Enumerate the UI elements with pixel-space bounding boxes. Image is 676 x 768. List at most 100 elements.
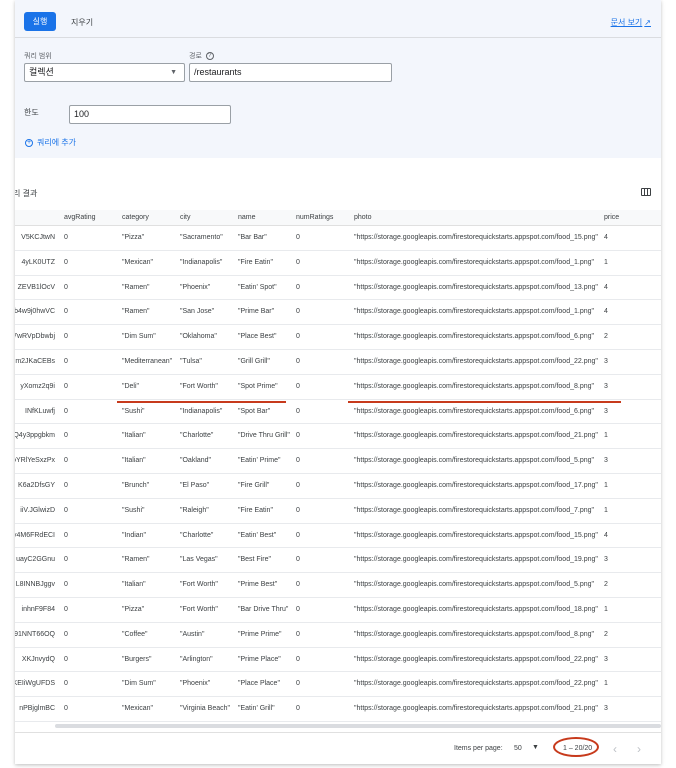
column-header-avgRating[interactable]: avgRating bbox=[64, 210, 114, 226]
name-cell: "Eatin' Best" bbox=[238, 531, 277, 539]
price-cell: 4 bbox=[604, 283, 608, 291]
document-id-cell: ZEVB1lOcV bbox=[17, 283, 55, 291]
numRatings-cell: 0 bbox=[296, 333, 300, 341]
city-cell: "Raleigh" bbox=[180, 506, 209, 514]
name-cell: "Spot Bar" bbox=[238, 407, 271, 415]
table-row[interactable]: Q4y3ppgbkm 0 "Italian" "Charlotte" "Drive Th… bbox=[15, 424, 661, 450]
category-cell: "Mexican" bbox=[122, 705, 154, 713]
column-header-city[interactable]: city bbox=[180, 210, 235, 226]
category-cell: "Dim Sum" bbox=[122, 333, 156, 341]
column-header-photo[interactable]: photo bbox=[354, 210, 604, 226]
limit-input[interactable]: 100 bbox=[69, 105, 231, 124]
numRatings-cell: 0 bbox=[296, 308, 300, 316]
table-row[interactable]: 91NNT66OQ 0 "Coffee" "Austin" "Prime Prime" 0… bbox=[15, 623, 661, 648]
city-cell: "Charlotte" bbox=[180, 432, 214, 440]
avgRating-cell: 0 bbox=[64, 705, 68, 713]
document-id-cell: y4M6FRdECI bbox=[15, 531, 55, 539]
document-id-cell: oYRlYeSxzPx bbox=[15, 457, 55, 465]
numRatings-cell: 0 bbox=[296, 655, 300, 663]
table-row[interactable]: ZEVB1lOcV 0 "Ramen" "Phoenix" "Eatin' Spot" 0… bbox=[15, 276, 661, 301]
numRatings-cell: 0 bbox=[296, 581, 300, 589]
table-header-row: avgRating category city name numRatings … bbox=[15, 210, 661, 226]
table-row[interactable]: iiV.JGlwizD 0 "Sushi" "Raleigh" "Fire Eatin"… bbox=[15, 499, 661, 524]
docs-link[interactable]: 문서 보기 ↗ bbox=[611, 17, 651, 28]
name-cell: "Prime Best" bbox=[238, 581, 278, 589]
numRatings-cell: 0 bbox=[296, 457, 300, 465]
city-cell: "Fort Worth" bbox=[180, 581, 218, 589]
table-row[interactable]: 2m2JKaCEBs 0 "Mediterranean" "Tulsa" "Grill … bbox=[15, 350, 661, 375]
table-row[interactable]: 7wRVpDbwbj 0 "Dim Sum" "Oklahoma" "Place Bes… bbox=[15, 325, 661, 350]
avgRating-cell: 0 bbox=[64, 556, 68, 564]
add-circle-icon: + bbox=[25, 138, 33, 147]
price-cell: 1 bbox=[604, 258, 608, 266]
category-cell: "Brunch" bbox=[122, 481, 150, 489]
avgRating-cell: 0 bbox=[64, 432, 68, 440]
help-icon[interactable]: ? bbox=[205, 52, 214, 61]
photo-cell: "https://storage.googleapis.com/firestor… bbox=[354, 531, 598, 539]
document-id-cell: KEIiWgUFDS bbox=[15, 680, 55, 688]
table-row[interactable]: KEIiWgUFDS 0 "Dim Sum" "Phoenix" "Place Plac… bbox=[15, 672, 661, 698]
table-row[interactable]: INfKLuwfj 0 "Sushi" "Indianapolis" "Spot Bar… bbox=[15, 400, 661, 425]
table-row[interactable]: V5KCJtwN 0 "Pizza" "Sacramento" "Bar Bar" 0 "h… bbox=[15, 226, 661, 251]
photo-cell: "https://storage.googleapis.com/firestor… bbox=[354, 283, 598, 291]
column-header-name[interactable]: name bbox=[238, 210, 293, 226]
avgRating-cell: 0 bbox=[64, 457, 68, 465]
price-cell: 1 bbox=[604, 680, 608, 688]
avgRating-cell: 0 bbox=[64, 308, 68, 316]
photo-cell: "https://storage.googleapis.com/firestor… bbox=[354, 581, 594, 589]
city-cell: "Indianapolis" bbox=[180, 258, 223, 266]
clear-button[interactable]: 지우기 bbox=[71, 17, 93, 28]
items-per-page-select[interactable]: 50 bbox=[514, 745, 522, 752]
numRatings-cell: 0 bbox=[296, 481, 300, 489]
price-cell: 3 bbox=[604, 556, 608, 564]
price-cell: 4 bbox=[604, 234, 608, 241]
table-row[interactable]: oYRlYeSxzPx 0 "Italian" "Oakland" "Eatin' Pr… bbox=[15, 449, 661, 474]
table-row[interactable]: b4w9j0hwVC 0 "Ramen" "San Jose" "Prime Bar" 0… bbox=[15, 300, 661, 326]
run-button[interactable]: 실행 bbox=[24, 12, 56, 31]
avgRating-cell: 0 bbox=[64, 531, 68, 539]
name-cell: "Eatin' Prime" bbox=[238, 457, 281, 465]
name-cell: "Drive Thru Grill" bbox=[238, 432, 290, 440]
column-header-numRatings[interactable]: numRatings bbox=[296, 210, 351, 226]
city-cell: "Sacramento" bbox=[180, 234, 223, 241]
name-cell: "Prime Bar" bbox=[238, 308, 275, 316]
photo-cell: "https://storage.googleapis.com/firestor… bbox=[354, 432, 598, 440]
table-row[interactable]: nPBjglmBC 0 "Mexican" "Virginia Beach" "Eati… bbox=[15, 697, 661, 722]
table-row[interactable]: L8INNBJggv 0 "Italian" "Fort Worth" "Prime B… bbox=[15, 573, 661, 598]
path-input[interactable]: /restaurants bbox=[189, 63, 392, 82]
numRatings-cell: 0 bbox=[296, 705, 300, 713]
price-cell: 3 bbox=[604, 407, 608, 415]
chevron-left-icon[interactable]: ‹ bbox=[613, 742, 617, 756]
category-cell: "Deli" bbox=[122, 382, 140, 390]
scope-select[interactable]: 컬렉션 ▼ bbox=[24, 63, 185, 82]
city-cell: "Indianapolis" bbox=[180, 407, 223, 415]
city-cell: "Phoenix" bbox=[180, 680, 211, 688]
add-query-label: 쿼리에 추가 bbox=[37, 138, 77, 147]
category-cell: "Italian" bbox=[122, 581, 146, 589]
chevron-down-icon: ▼ bbox=[170, 69, 177, 76]
city-cell: "Oklahoma" bbox=[180, 333, 217, 341]
city-cell: "Tulsa" bbox=[180, 357, 202, 365]
column-header-price[interactable]: price bbox=[604, 210, 644, 226]
table-row[interactable]: 4yLK0UTZ 0 "Mexican" "Indianapolis" "Fire Ea… bbox=[15, 251, 661, 276]
category-cell: "Sushi" bbox=[122, 506, 145, 514]
add-query-clause-button[interactable]: + 쿼리에 추가 bbox=[25, 137, 76, 148]
columns-icon[interactable] bbox=[641, 188, 651, 196]
horizontal-scrollbar[interactable] bbox=[55, 724, 661, 728]
table-row[interactable]: inhnF9F84 0 "Pizza" "Fort Worth" "Bar Drive … bbox=[15, 598, 661, 623]
city-cell: "Phoenix" bbox=[180, 283, 211, 291]
chevron-right-icon[interactable]: › bbox=[637, 742, 641, 756]
table-row[interactable]: K6a2DfsGY 0 "Brunch" "El Paso" "Fire Grill" 0… bbox=[15, 474, 661, 499]
chevron-down-icon[interactable]: ▼ bbox=[532, 744, 539, 751]
photo-cell: "https://storage.googleapis.com/firestor… bbox=[354, 258, 594, 266]
numRatings-cell: 0 bbox=[296, 357, 300, 365]
numRatings-cell: 0 bbox=[296, 382, 300, 390]
path-label-wrap: 경로 ? bbox=[189, 51, 214, 61]
price-cell: 1 bbox=[604, 481, 608, 489]
avgRating-cell: 0 bbox=[64, 333, 68, 341]
table-row[interactable]: y4M6FRdECI 0 "Indian" "Charlotte" "Eatin' Be… bbox=[15, 524, 661, 549]
table-row[interactable]: uayC2GGnu 0 "Ramen" "Las Vegas" "Best Fire" 0… bbox=[15, 548, 661, 574]
table-row[interactable]: yXomz2q9i 0 "Deli" "Fort Worth" "Spot Prime"… bbox=[15, 375, 661, 400]
table-row[interactable]: XKJnvydQ 0 "Burgers" "Arlington" "Prime Plac… bbox=[15, 648, 661, 673]
column-header-category[interactable]: category bbox=[122, 210, 177, 226]
